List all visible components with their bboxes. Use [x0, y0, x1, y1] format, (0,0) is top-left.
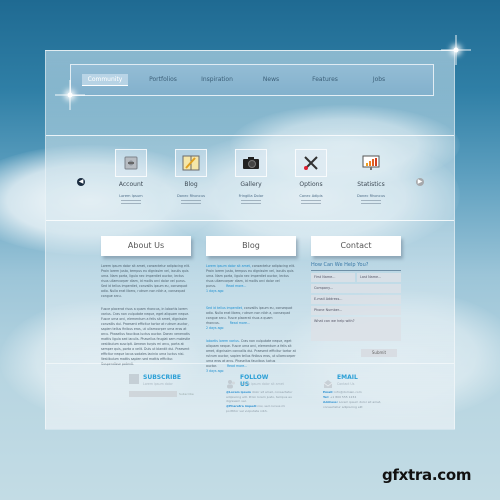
follow-line: @Lorem ipsum dolor sit amet, consectetur… — [226, 390, 296, 404]
chevron-right-circle-icon[interactable]: ▶ — [416, 178, 424, 186]
subscribe-icon — [129, 374, 139, 384]
nav-inspiration[interactable]: Inspiration — [190, 74, 244, 86]
feature-title: Blog — [184, 181, 198, 188]
feature-title: Options — [299, 181, 323, 188]
follow-handle[interactable]: @Lorem ipsum — [226, 390, 251, 394]
email-subtitle: Contact Us — [337, 382, 355, 386]
main-nav: Community Portfolios Inspiration News Fe… — [70, 64, 434, 96]
website-mockup-panel: Community Portfolios Inspiration News Fe… — [45, 50, 455, 430]
email-line: Email: info@domain.com — [323, 390, 393, 395]
email-value[interactable]: info@domain.com — [333, 390, 361, 394]
contact-question: How Can We Help You? — [311, 262, 401, 271]
blog-section: Blog Lorem ipsum dolor sit amet, consect… — [206, 236, 296, 374]
safe-icon — [115, 149, 147, 177]
company-field[interactable]: Company... — [311, 284, 401, 293]
follow-handle[interactable]: @Pharetra impedi — [226, 404, 256, 408]
blog-post: Sed id tellus imperdiet, convallis ipsum… — [206, 306, 296, 331]
about-paragraph: Lorem ipsum dolor sit amet, consectetur … — [101, 264, 190, 298]
notebook-pencil-icon — [175, 149, 207, 177]
footer: SUBSCRIBE Lorem ipsum dolor Subscribe FO… — [46, 363, 454, 431]
tools-icon — [295, 149, 327, 177]
envelope-icon — [323, 374, 333, 388]
monitor-chart-icon — [355, 149, 387, 177]
feature-subtitle: Lorem Ipsum — [119, 194, 143, 198]
feature-options[interactable]: Options Conec Adipis — [281, 149, 341, 204]
address-label: Address: — [323, 400, 338, 404]
feature-subtitle: Donec Rhoncus — [177, 194, 205, 198]
blog-post-lead: lobortis lorem varius. — [206, 339, 240, 343]
contact-section: Contact How Can We Help You? First Name.… — [311, 236, 401, 357]
blog-post-date: 1 days ago — [206, 289, 224, 293]
blog-post-date: 2 days ago — [206, 326, 224, 330]
subscribe-email-input[interactable] — [129, 391, 177, 397]
submit-button[interactable]: Submit — [361, 349, 397, 357]
about-heading: About Us — [101, 236, 191, 256]
tel-value: +1 800 555 1234 — [328, 395, 357, 399]
email-field[interactable]: E-mail Address... — [311, 295, 401, 304]
feature-gallery[interactable]: Gallery Fringilla Dolor — [221, 149, 281, 204]
nav-news[interactable]: News — [244, 74, 298, 86]
feature-subtitle: Conec Adipis — [299, 194, 323, 198]
feature-subtitle: Fringilla Dolor — [238, 194, 264, 198]
blog-post-lead: Sed id tellus imperdiet, — [206, 306, 243, 310]
phone-field[interactable]: Phone Number... — [311, 306, 401, 315]
blog-post-lead: Lorem ipsum dolor sit amet, — [206, 264, 251, 268]
feature-blog[interactable]: Blog Donec Rhoncus — [161, 149, 221, 204]
chevron-left-circle-icon[interactable]: ◀ — [77, 178, 85, 186]
nav-jobs[interactable]: Jobs — [352, 74, 406, 86]
feature-title: Statistics — [357, 181, 385, 188]
about-section: About Us Lorem ipsum dolor sit amet, con… — [101, 236, 191, 367]
feature-statistics[interactable]: Statistics Donec Rhoncus — [341, 149, 401, 204]
contact-heading: Contact — [311, 236, 401, 256]
watermark: gfxtra.com — [382, 466, 472, 484]
users-icon — [226, 374, 236, 389]
subscribe-heading: SUBSCRIBE — [143, 374, 182, 381]
feature-subtitle: Donec Rhoncus — [357, 194, 385, 198]
last-name-field[interactable]: Last Name... — [357, 273, 401, 282]
email-line: Tel: +1 800 555 1234 — [323, 395, 393, 400]
blog-heading: Blog — [206, 236, 296, 256]
feature-title: Gallery — [240, 181, 262, 188]
feature-account[interactable]: Account Lorem Ipsum — [101, 149, 161, 204]
read-more-link[interactable]: Read more... — [230, 321, 250, 325]
follow-subtitle: Lorem ipsum dolor sit amet — [240, 382, 284, 386]
feature-carousel: ◀ Account Lorem Ipsum Blog Donec Rhoncus… — [46, 135, 454, 221]
follow-line: @Pharetra impedi nisi, sed cursus mi por… — [226, 404, 296, 413]
email-heading: EMAIL — [337, 374, 358, 381]
nav-portfolios[interactable]: Portfolios — [136, 74, 190, 86]
subscribe-button[interactable]: Subscribe — [179, 391, 194, 397]
read-more-link[interactable]: Read more... — [226, 284, 246, 288]
blog-post: Lorem ipsum dolor sit amet, consectetur … — [206, 264, 296, 294]
feature-title: Account — [118, 181, 144, 188]
about-paragraph: Fusce placerat risus a quam rhoncus, in … — [101, 307, 191, 366]
camera-icon — [235, 149, 267, 177]
nav-features[interactable]: Features — [298, 74, 352, 86]
email-line: Address: Lorem ipsum dolor sit amet, con… — [323, 400, 393, 409]
message-textarea[interactable]: What can we help with? — [311, 317, 401, 341]
email-label: Email: — [323, 390, 334, 394]
first-name-field[interactable]: First Name... — [311, 273, 355, 282]
nav-community[interactable]: Community — [82, 74, 128, 86]
subscribe-subtitle: Lorem ipsum dolor — [143, 382, 173, 386]
